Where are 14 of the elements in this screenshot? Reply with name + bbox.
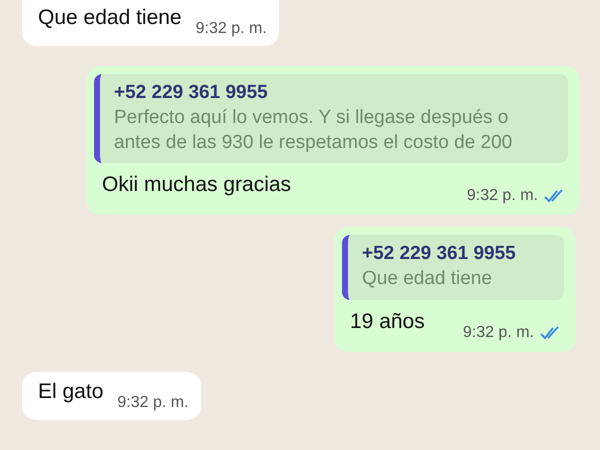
quote-text: Perfecto aquí lo vemos. Y si llegase después o antes de las 930 le respetamos el costo de 200 [114,106,514,155]
message-time: 9:32 p. m. [196,20,267,38]
message-text: El gato [38,380,104,404]
message-time: 9:32 p. m. [466,187,538,206]
quoted-message[interactable]: +52 229 361 9955 Que edad tiene [342,235,564,300]
message-text: Que edad tiene [38,6,182,30]
quote-author: +52 229 361 9955 [362,243,517,266]
message-time: 9:32 p. m. [117,394,189,412]
quote-author: +52 229 361 9955 [114,82,269,104]
message-text: Okii muchas gracias [102,173,292,198]
message-text: 19 años [350,310,425,334]
quoted-message[interactable]: +52 229 361 9955 Perfecto aquí lo vemos. Y si llegase después o antes de las 930 le respetamos el costo de 200 [94,74,568,164]
quote-text: Que edad tiene [362,267,493,292]
message-time: 9:32 p. m. [462,324,534,342]
